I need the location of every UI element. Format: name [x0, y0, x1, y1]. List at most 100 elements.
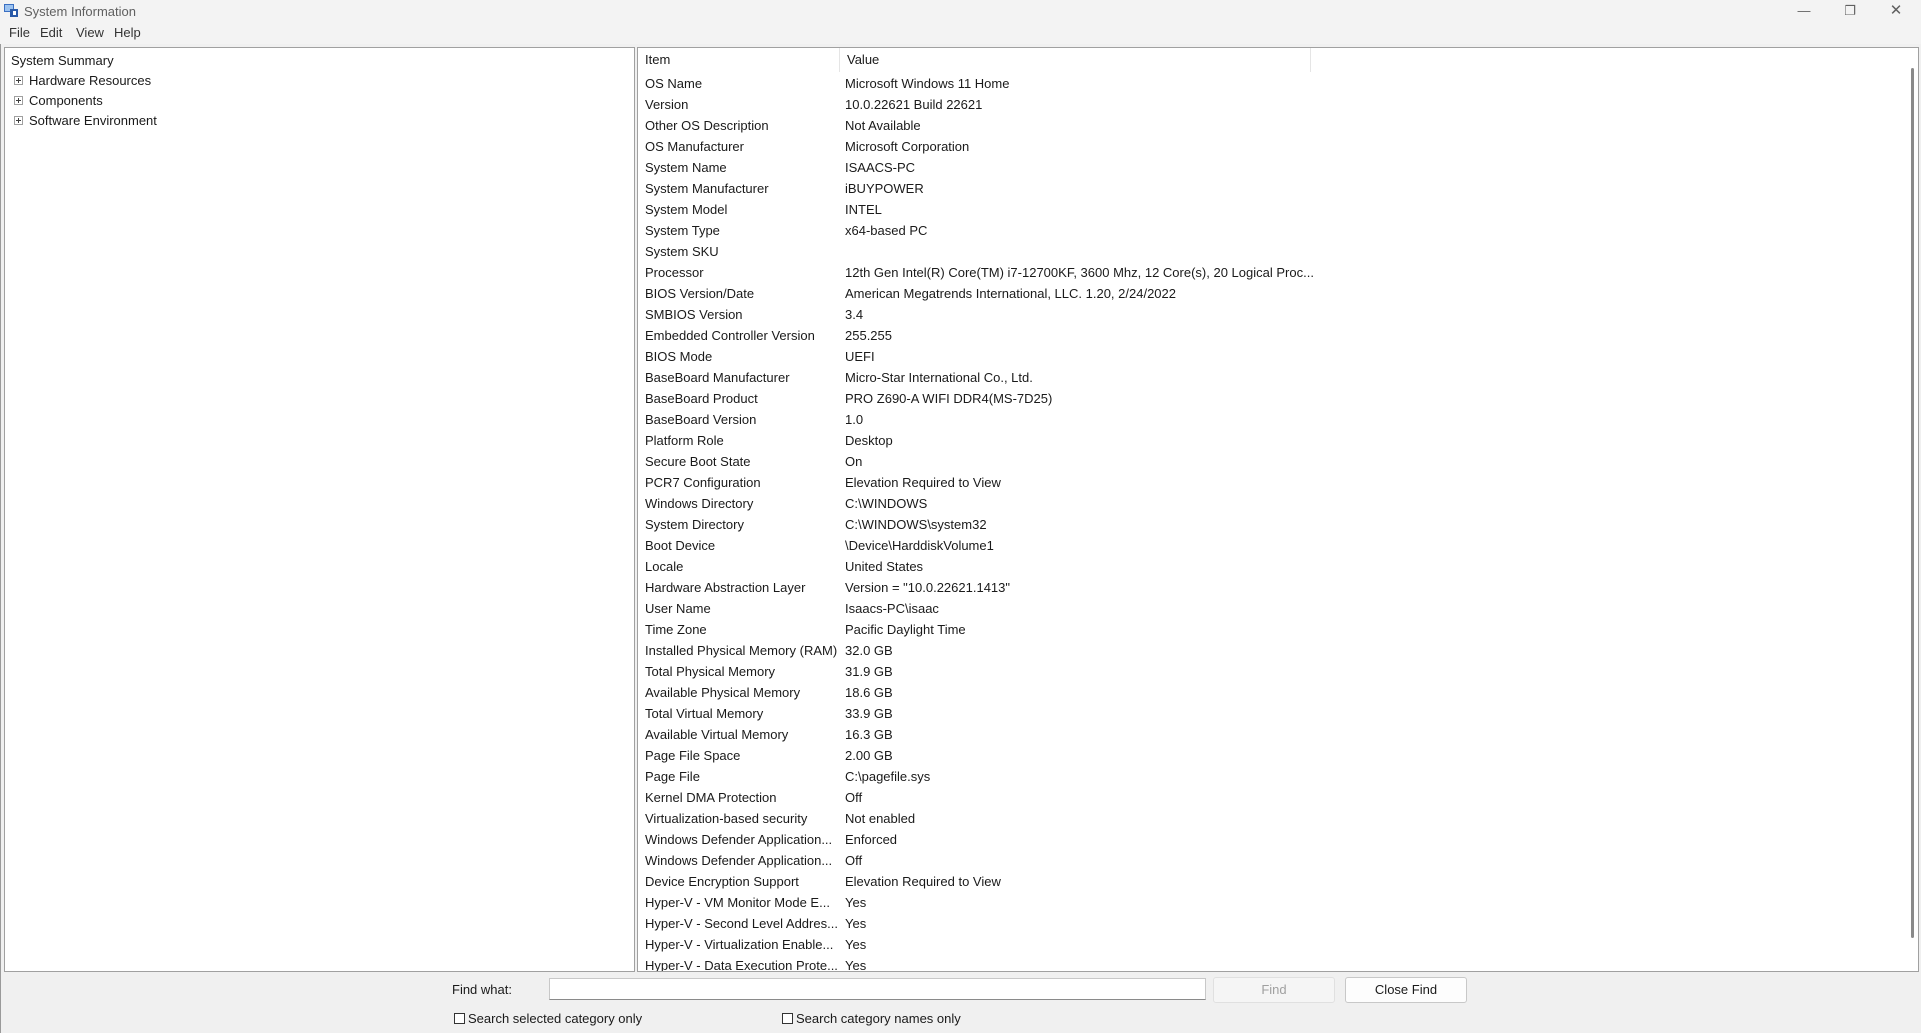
table-row[interactable]: BIOS Version/Date American Megatrends Int… [638, 283, 1908, 304]
table-row[interactable]: System Name ISAACS-PC [638, 157, 1908, 178]
item-cell: Hyper-V - Second Level Addres... [645, 916, 838, 931]
item-cell: Total Virtual Memory [645, 706, 764, 721]
value-cell: C:\WINDOWS [845, 496, 928, 511]
table-row[interactable]: Page File Space 2.00 GB [638, 745, 1908, 766]
table-row[interactable]: Other OS Description Not Available [638, 115, 1908, 136]
item-cell: System SKU [645, 244, 719, 259]
menu-view[interactable]: View [76, 25, 104, 40]
category-tree[interactable]: System Summary Hardware Resources Compon… [4, 47, 635, 972]
table-row[interactable]: Platform Role Desktop [638, 430, 1908, 451]
table-row[interactable]: Total Virtual Memory 33.9 GB [638, 703, 1908, 724]
expand-icon[interactable] [14, 76, 23, 85]
table-row[interactable]: Available Virtual Memory 16.3 GB [638, 724, 1908, 745]
item-cell: Hardware Abstraction Layer [645, 580, 806, 595]
find-what-label: Find what: [452, 982, 512, 997]
table-row[interactable]: Installed Physical Memory (RAM) 32.0 GB [638, 640, 1908, 661]
table-row[interactable]: Available Physical Memory 18.6 GB [638, 682, 1908, 703]
table-row[interactable]: Hyper-V - Data Execution Prote... Yes [638, 955, 1908, 972]
table-row[interactable]: Secure Boot State On [638, 451, 1908, 472]
table-row[interactable]: Windows Directory C:\WINDOWS [638, 493, 1908, 514]
search-selected-category-option[interactable]: Search selected category only [454, 1011, 642, 1026]
details-list[interactable]: Item Value OS Name Microsoft Windows 11 H… [637, 47, 1919, 972]
menu-bar: File Edit View Help [0, 22, 1921, 44]
search-category-names-option[interactable]: Search category names only [782, 1011, 961, 1026]
value-cell: Yes [845, 958, 867, 972]
value-cell: Elevation Required to View [845, 475, 1001, 490]
value-cell: 255.255 [845, 328, 892, 343]
item-cell: Platform Role [645, 433, 724, 448]
table-row[interactable]: Page File C:\pagefile.sys [638, 766, 1908, 787]
table-row[interactable]: System Manufacturer iBUYPOWER [638, 178, 1908, 199]
table-row[interactable]: OS Name Microsoft Windows 11 Home [638, 73, 1908, 94]
vertical-scrollbar[interactable] [1911, 68, 1914, 938]
table-row[interactable]: Kernel DMA Protection Off [638, 787, 1908, 808]
window-left-border [0, 0, 1, 1033]
value-cell: Off [845, 790, 863, 805]
item-cell: Page File [645, 769, 700, 784]
value-cell: American Megatrends International, LLC. … [845, 286, 1176, 301]
expand-icon[interactable] [14, 96, 23, 105]
table-row[interactable]: Hyper-V - VM Monitor Mode E... Yes [638, 892, 1908, 913]
expand-icon[interactable] [14, 116, 23, 125]
table-row[interactable]: System Directory C:\WINDOWS\system32 [638, 514, 1908, 535]
item-cell: Device Encryption Support [645, 874, 799, 889]
item-cell: BIOS Mode [645, 349, 713, 364]
table-row[interactable]: Embedded Controller Version 255.255 [638, 325, 1908, 346]
value-cell: Version = "10.0.22621.1413" [845, 580, 1011, 595]
table-row[interactable]: Boot Device \Device\HarddiskVolume1 [638, 535, 1908, 556]
table-row[interactable]: Hyper-V - Virtualization Enable... Yes [638, 934, 1908, 955]
item-cell: Time Zone [645, 622, 707, 637]
table-row[interactable]: Virtualization-based security Not enabled [638, 808, 1908, 829]
title-bar[interactable]: System Information — ❐ ✕ [0, 0, 1921, 22]
value-cell: 3.4 [845, 307, 864, 322]
table-row[interactable]: Device Encryption Support Elevation Requi… [638, 871, 1908, 892]
table-row[interactable]: SMBIOS Version 3.4 [638, 304, 1908, 325]
value-cell: INTEL [845, 202, 882, 217]
table-row[interactable]: Locale United States [638, 556, 1908, 577]
table-row[interactable]: Total Physical Memory 31.9 GB [638, 661, 1908, 682]
value-cell: 16.3 GB [845, 727, 893, 742]
table-row[interactable]: System Type x64-based PC [638, 220, 1908, 241]
value-cell: Elevation Required to View [845, 874, 1001, 889]
table-row[interactable]: System SKU [638, 241, 1908, 262]
table-row[interactable]: Time Zone Pacific Daylight Time [638, 619, 1908, 640]
menu-file[interactable]: File [9, 25, 30, 40]
value-cell: x64-based PC [845, 223, 928, 238]
table-row[interactable]: Windows Defender Application... Off [638, 850, 1908, 871]
table-row[interactable]: Processor 12th Gen Intel(R) Core(TM) i7-1… [638, 262, 1908, 283]
item-cell: System Type [645, 223, 720, 238]
table-row[interactable]: BIOS Mode UEFI [638, 346, 1908, 367]
maximize-button[interactable]: ❐ [1827, 0, 1873, 22]
table-row[interactable]: OS Manufacturer Microsoft Corporation [638, 136, 1908, 157]
column-header-value[interactable]: Value [840, 48, 1311, 72]
column-header-item[interactable]: Item [638, 48, 840, 72]
item-cell: OS Manufacturer [645, 139, 744, 154]
search-category-names-checkbox[interactable] [782, 1013, 793, 1024]
table-row[interactable]: BaseBoard Version 1.0 [638, 409, 1908, 430]
table-row[interactable]: Windows Defender Application... Enforced [638, 829, 1908, 850]
find-what-input[interactable] [549, 978, 1206, 1000]
value-cell: UEFI [845, 349, 875, 364]
table-row[interactable]: BaseBoard Manufacturer Micro-Star Interna… [638, 367, 1908, 388]
close-button[interactable]: ✕ [1873, 0, 1919, 22]
value-cell: C:\pagefile.sys [845, 769, 931, 784]
table-row[interactable]: BaseBoard Product PRO Z690-A WIFI DDR4(MS… [638, 388, 1908, 409]
table-row[interactable]: System Model INTEL [638, 199, 1908, 220]
item-cell: Version [645, 97, 689, 112]
item-cell: Hyper-V - Data Execution Prote... [645, 958, 838, 972]
table-row[interactable]: Hyper-V - Second Level Addres... Yes [638, 913, 1908, 934]
value-cell: Yes [845, 937, 867, 952]
table-row[interactable]: Hardware Abstraction Layer Version = "10.… [638, 577, 1908, 598]
close-find-button[interactable]: Close Find [1345, 977, 1467, 1003]
table-row[interactable]: User Name Isaacs-PC\isaac [638, 598, 1908, 619]
search-selected-category-checkbox[interactable] [454, 1013, 465, 1024]
minimize-button[interactable]: — [1781, 0, 1827, 22]
table-row[interactable]: Version 10.0.22621 Build 22621 [638, 94, 1908, 115]
menu-help[interactable]: Help [114, 25, 141, 40]
item-cell: Windows Defender Application... [645, 832, 833, 847]
item-cell: SMBIOS Version [645, 307, 743, 322]
find-button[interactable]: Find [1213, 977, 1335, 1003]
window-title: System Information [24, 4, 136, 19]
menu-edit[interactable]: Edit [40, 25, 62, 40]
table-row[interactable]: PCR7 Configuration Elevation Required to … [638, 472, 1908, 493]
